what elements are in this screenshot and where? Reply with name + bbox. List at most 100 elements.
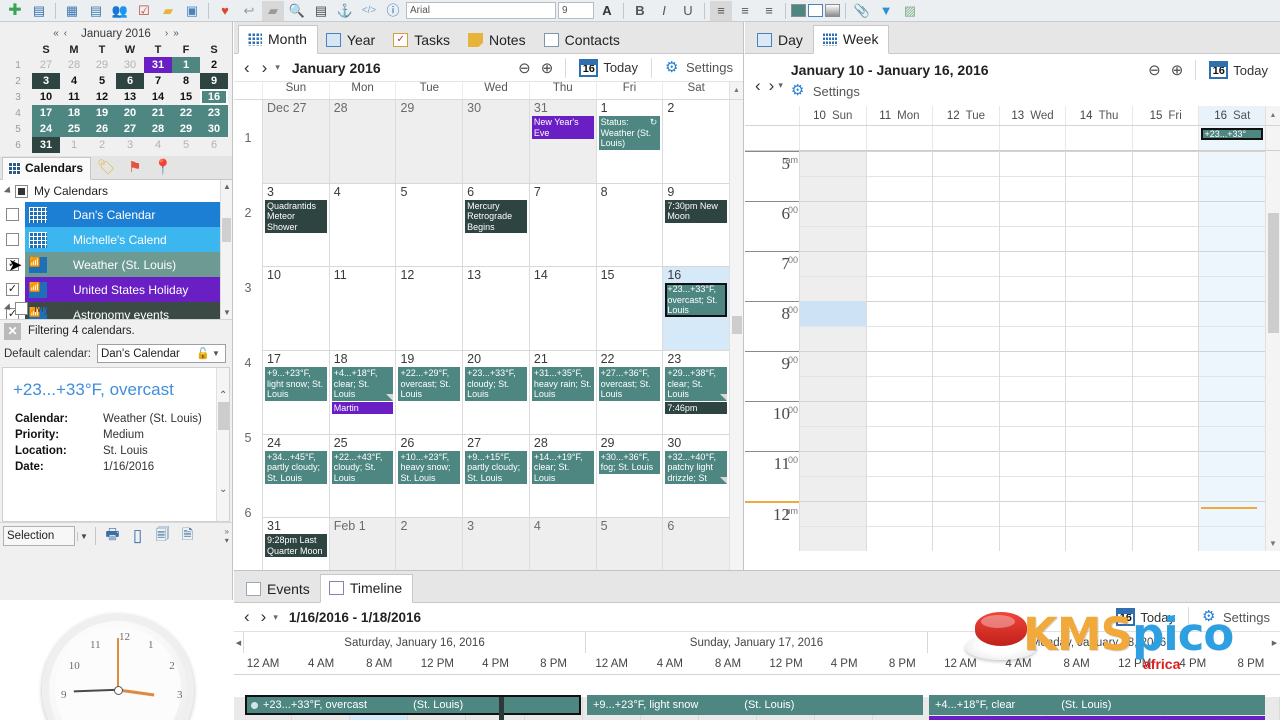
timeline-cursor[interactable] (499, 697, 504, 720)
underline-icon[interactable]: U (677, 1, 699, 21)
info-icon[interactable]: ⓘ (382, 1, 404, 21)
month-next-button[interactable]: › (258, 58, 272, 78)
copy-special-icon[interactable]: 🗎 (176, 526, 199, 547)
timeline-nav-dropdown[interactable]: ▾ (273, 612, 278, 623)
mini-day-cell[interactable]: 13 (116, 89, 144, 105)
details-scroll-up-icon[interactable]: ⌃ (219, 390, 227, 401)
week-selected-timeslot[interactable] (800, 301, 866, 326)
zoom-out-icon[interactable]: ⊖ (515, 59, 534, 77)
tab-calendars[interactable]: Calendars (2, 157, 92, 180)
timeline-event-bar[interactable]: +9...+23°F, light snow (St. Louis) (587, 695, 923, 715)
scrollbar-thumb[interactable] (222, 218, 231, 242)
mini-day-cell[interactable]: 10 (32, 89, 60, 105)
mini-calendar-title[interactable]: January 2016 (81, 28, 151, 40)
month-event[interactable]: +22...+29°F, overcast; St. Louis (398, 367, 461, 401)
month-day-cell[interactable]: 12 (395, 267, 463, 351)
scroll-down-icon[interactable]: ▼ (223, 308, 231, 317)
notes-icon[interactable]: ▰ (157, 1, 179, 21)
clear-filter-button[interactable]: ✕ (4, 322, 21, 340)
mini-day-cell[interactable]: 6 (200, 137, 228, 153)
mini-day-cell[interactable]: 28 (144, 121, 172, 137)
mini-day-cell[interactable]: 3 (116, 137, 144, 153)
calendar-checkbox[interactable] (6, 208, 19, 221)
align-left-icon[interactable]: ≡ (710, 0, 732, 21)
mini-week-number[interactable]: 3 (4, 89, 32, 105)
tab-contacts[interactable]: Contacts (536, 27, 630, 54)
month-event[interactable]: +30...+36°F, fog; St. Louis (598, 450, 661, 474)
month-day-cell[interactable]: 28 +14...+19°F, clear; St. Louis (528, 434, 596, 518)
print-icon[interactable]: 🖶 (101, 526, 124, 547)
mini-day-cell[interactable]: 5 (88, 73, 116, 89)
calendar-group-my-tasks[interactable]: My Tasks (0, 297, 84, 319)
mini-prev-button[interactable]: ‹ (63, 28, 68, 39)
week-allday-cell[interactable] (865, 126, 933, 150)
tab-timeline[interactable]: Timeline (319, 574, 414, 603)
month-event[interactable]: Martin (331, 401, 394, 415)
contacts-icon[interactable]: 👥 (109, 1, 131, 21)
tab-tags[interactable]: 🏷 (91, 155, 122, 179)
month-day-cell[interactable]: 2 (662, 100, 730, 183)
month-event[interactable]: +23...+33°F, cloudy; St. Louis (465, 367, 527, 401)
week-allday-cell[interactable] (1131, 126, 1199, 150)
month-day-cell[interactable]: 19 +22...+29°F, overcast; St. Louis (395, 351, 463, 434)
font-color-icon[interactable]: A (596, 1, 618, 21)
week-allday-cell[interactable] (998, 126, 1066, 150)
month-day-cell[interactable]: 20 +23...+33°F, cloudy; St. Louis (462, 351, 529, 434)
week-next-button[interactable]: › (765, 76, 779, 96)
month-day-cell[interactable]: 27 +9...+15°F, partly cloudy; St. Louis (462, 434, 529, 518)
month-day-cell[interactable]: 29 +30...+36°F, fog; St. Louis (595, 434, 663, 518)
week-scroll-down-icon[interactable]: ▼ (1269, 539, 1277, 548)
timeline-prev-button[interactable]: ‹ (240, 607, 254, 627)
mini-day-cell[interactable]: 8 (172, 73, 200, 89)
color-swatch-white[interactable] (808, 4, 823, 17)
image-icon[interactable]: ▨ (899, 1, 921, 21)
week-scroll-up-icon[interactable]: ▲ (1265, 106, 1280, 125)
month-prev-button[interactable]: ‹ (240, 58, 254, 78)
month-event[interactable]: +31...+35°F, heavy rain; St. Louis (531, 367, 594, 401)
calendar-item-body[interactable]: Michelle's Calend (25, 227, 232, 252)
mini-day-cell[interactable]: 9 (200, 73, 228, 89)
mini-day-cell[interactable]: 7 (144, 73, 172, 89)
details-scrollbar-thumb[interactable] (218, 402, 229, 430)
mini-week-number[interactable]: 4 (4, 105, 32, 121)
week-day-header[interactable]: 13 Wed (998, 106, 1066, 125)
month-event[interactable]: 7:46pm (665, 401, 728, 415)
zoom-out-icon[interactable]: ⊖ (1145, 61, 1164, 79)
filter-icon[interactable]: ▼ (875, 1, 897, 21)
sync-icon[interactable]: ♥ (214, 1, 236, 21)
tab-flags[interactable]: ⚑ (122, 155, 147, 179)
tab-year[interactable]: Year (318, 27, 385, 54)
actions-overflow-button[interactable]: » ▾ (225, 527, 229, 545)
card-icon[interactable]: ▣ (181, 1, 203, 21)
mini-day-cell[interactable]: 1 (172, 57, 200, 73)
mini-day-cell[interactable]: 18 (60, 105, 88, 121)
month-day-cell[interactable]: 7 (528, 183, 596, 267)
month-day-cell[interactable]: 5 (395, 183, 463, 267)
week-day-column[interactable] (998, 151, 1066, 551)
month-day-cell[interactable]: 30 (462, 100, 529, 183)
mini-day-cell[interactable]: 28 (60, 57, 88, 73)
month-event[interactable]: +23...+33°F, overcast; St. Louis (665, 283, 728, 317)
month-week-number[interactable]: 2 (234, 175, 262, 250)
week-nav-dropdown[interactable]: ▾ (778, 80, 783, 91)
today-button[interactable]: 16 Today (575, 58, 642, 77)
month-day-cell[interactable]: 28 (328, 100, 396, 183)
tasks-group-checkbox[interactable] (15, 301, 28, 315)
week-scrollbar[interactable]: ▼ (1265, 151, 1280, 551)
week-allday-cell[interactable] (932, 126, 999, 150)
timeline-scroll-left-icon[interactable]: ◀ (234, 632, 243, 653)
mini-day-cell[interactable]: 6 (116, 73, 144, 89)
month-week-number[interactable]: 4 (234, 325, 262, 400)
month-day-cell[interactable]: 24 +34...+45°F, partly cloudy; St. Louis (262, 434, 329, 518)
week-allday-event[interactable]: +23...+33° (1201, 128, 1264, 140)
calendar-checkbox[interactable]: ✓ (6, 283, 19, 296)
timeline-settings-button[interactable]: ⚙ Settings (1198, 609, 1274, 625)
week-day-header[interactable]: 11 Mon (865, 106, 933, 125)
details-scroll-down-icon[interactable]: ⌄ (219, 484, 227, 495)
default-calendar-select[interactable]: Dan's Calendar 🔓 ▼ (96, 344, 226, 363)
month-event[interactable]: +9...+15°F, partly cloudy; St. Louis (465, 450, 527, 485)
mini-day-cell[interactable]: 26 (88, 121, 116, 137)
chevron-down-icon-selection[interactable]: ▼ (77, 531, 90, 541)
copy-icon[interactable]: 🗐 (151, 526, 174, 547)
month-week-number[interactable]: 3 (234, 250, 262, 325)
